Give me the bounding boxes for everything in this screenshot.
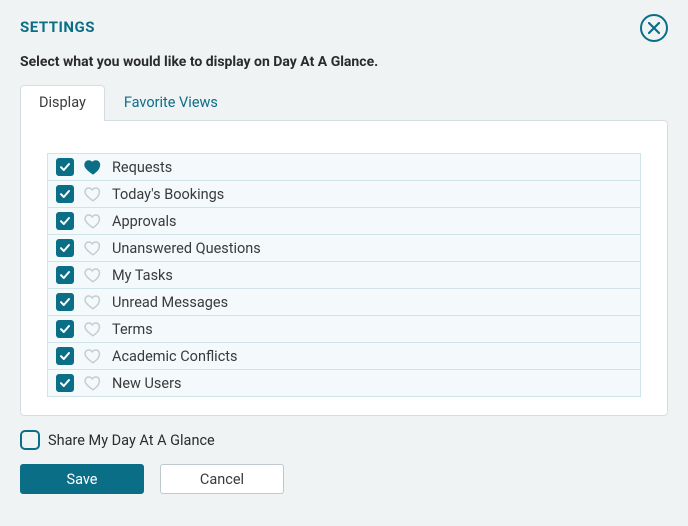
item-checkbox[interactable] [56,212,74,230]
cancel-button[interactable]: Cancel [160,464,284,494]
save-button[interactable]: Save [20,464,144,494]
check-icon [59,161,71,173]
item-label: New Users [112,375,182,392]
favorite-toggle[interactable] [84,320,102,338]
heart-icon [84,266,102,284]
share-checkbox[interactable] [20,430,40,450]
favorite-toggle[interactable] [84,347,102,365]
modal-subtitle: Select what you would like to display on… [20,54,668,70]
tab-display[interactable]: Display [20,85,105,121]
heart-icon [84,320,102,338]
heart-icon [84,293,102,311]
item-label: Unanswered Questions [112,240,261,257]
item-label: Requests [112,159,172,176]
display-item-row: Academic Conflicts [47,343,641,370]
settings-modal: SETTINGS Select what you would like to d… [0,0,688,526]
item-label: Academic Conflicts [112,348,238,365]
favorite-toggle[interactable] [84,293,102,311]
display-item-row: My Tasks [47,262,641,289]
display-item-row: Requests [47,153,641,181]
display-item-row: Unanswered Questions [47,235,641,262]
item-label: Terms [112,321,153,338]
item-label: Approvals [112,213,177,230]
footer-buttons: Save Cancel [20,464,668,494]
favorite-toggle[interactable] [84,374,102,392]
check-icon [59,377,71,389]
item-checkbox[interactable] [56,158,74,176]
check-icon [59,242,71,254]
heart-icon [84,185,102,203]
close-button[interactable] [640,14,668,42]
check-icon [59,188,71,200]
heart-icon [84,347,102,365]
item-checkbox[interactable] [56,185,74,203]
share-row: Share My Day At A Glance [20,430,668,450]
heart-icon [84,374,102,392]
check-icon [59,350,71,362]
item-label: Unread Messages [112,294,228,311]
item-checkbox[interactable] [56,239,74,257]
share-label: Share My Day At A Glance [48,432,215,449]
tab-bar: Display Favorite Views [20,84,668,120]
item-checkbox[interactable] [56,374,74,392]
favorite-toggle[interactable] [84,239,102,257]
favorite-toggle[interactable] [84,266,102,284]
heart-icon [84,212,102,230]
heart-icon [84,158,102,176]
modal-title: SETTINGS [20,18,668,36]
item-label: Today's Bookings [112,186,224,203]
heart-icon [84,239,102,257]
item-checkbox[interactable] [56,347,74,365]
item-label: My Tasks [112,267,173,284]
check-icon [59,296,71,308]
favorite-toggle[interactable] [84,212,102,230]
display-item-row: Today's Bookings [47,181,641,208]
check-icon [59,323,71,335]
display-item-row: New Users [47,370,641,397]
favorite-toggle[interactable] [84,185,102,203]
tab-favorite-views[interactable]: Favorite Views [105,85,237,121]
display-item-row: Approvals [47,208,641,235]
item-checkbox[interactable] [56,266,74,284]
item-checkbox[interactable] [56,320,74,338]
display-item-row: Terms [47,316,641,343]
item-checkbox[interactable] [56,293,74,311]
close-icon [648,22,660,34]
check-icon [59,215,71,227]
check-icon [59,269,71,281]
display-panel: Requests Today's Bookings Approvals Unanswe… [20,120,668,416]
favorite-toggle[interactable] [84,158,102,176]
display-item-row: Unread Messages [47,289,641,316]
